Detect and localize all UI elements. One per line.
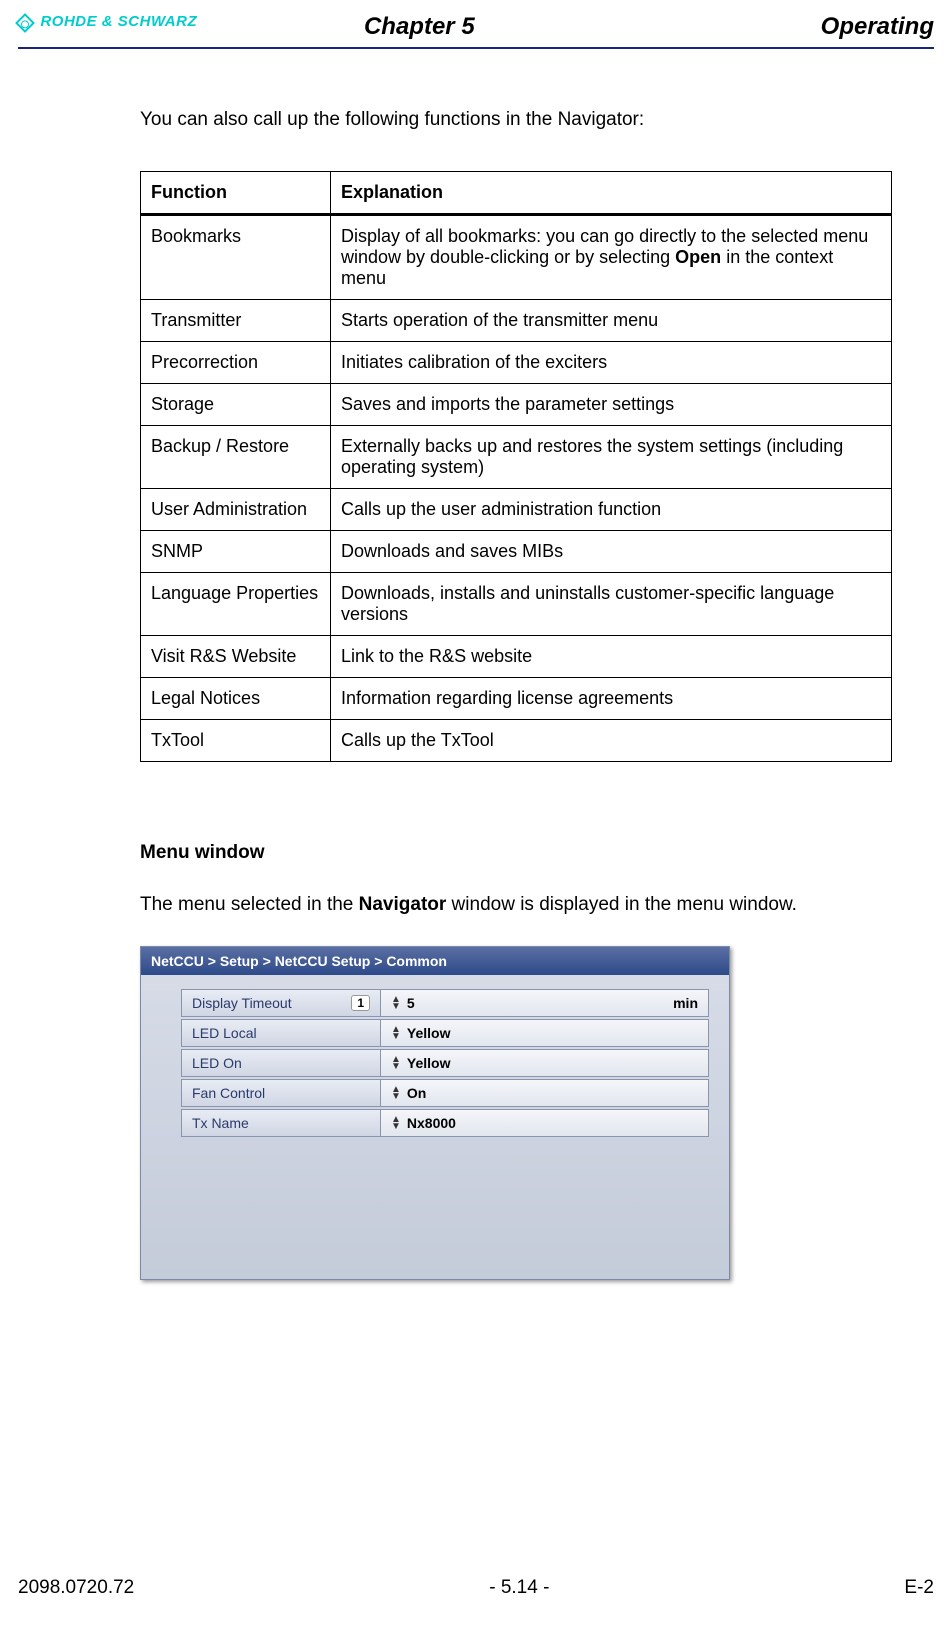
func-cell: Visit R&S Website bbox=[141, 636, 331, 678]
footer-center: - 5.14 - bbox=[489, 1577, 549, 1599]
spinner-icon: ▲▼ bbox=[391, 1056, 401, 1070]
menu-window-heading: Menu window bbox=[140, 842, 892, 864]
table-row: Bookmarks Display of all bookmarks: you … bbox=[141, 215, 892, 300]
footer-left: 2098.0720.72 bbox=[18, 1577, 134, 1599]
func-cell: Precorrection bbox=[141, 342, 331, 384]
menu-window-text: The menu selected in the Navigator windo… bbox=[140, 894, 892, 916]
header-titles: Chapter 5 Operating bbox=[18, 13, 934, 41]
table-row: TransmitterStarts operation of the trans… bbox=[141, 300, 892, 342]
spinner-icon: ▲▼ bbox=[391, 1026, 401, 1040]
table-row: TxToolCalls up the TxTool bbox=[141, 720, 892, 762]
table-row: SNMPDownloads and saves MIBs bbox=[141, 531, 892, 573]
spinner-icon: ▲▼ bbox=[391, 1086, 401, 1100]
expl-cell: Information regarding license agreements bbox=[331, 678, 892, 720]
spinner-icon: ▲▼ bbox=[391, 1116, 401, 1130]
menu-value[interactable]: ▲▼Yellow bbox=[381, 1019, 709, 1047]
page-footer: 2098.0720.72 - 5.14 - E-2 bbox=[18, 1577, 934, 1599]
page-header: ROHDE & SCHWARZ Chapter 5 Operating bbox=[0, 0, 952, 49]
expl-cell: Externally backs up and restores the sys… bbox=[331, 426, 892, 489]
table-row: User AdministrationCalls up the user adm… bbox=[141, 489, 892, 531]
expl-cell: Downloads, installs and uninstalls custo… bbox=[331, 573, 892, 636]
table-row: Language PropertiesDownloads, installs a… bbox=[141, 573, 892, 636]
menu-row: Fan Control ▲▼On bbox=[181, 1079, 709, 1107]
chapter-title: Chapter 5 bbox=[18, 13, 821, 41]
breadcrumb: NetCCU > Setup > NetCCU Setup > Common bbox=[141, 947, 729, 975]
table-row: StorageSaves and imports the parameter s… bbox=[141, 384, 892, 426]
table-row: Visit R&S WebsiteLink to the R&S website bbox=[141, 636, 892, 678]
col-explanation: Explanation bbox=[331, 172, 892, 215]
menu-label: Display Timeout 1 bbox=[181, 989, 381, 1017]
menu-value[interactable]: ▲▼ 5 min bbox=[381, 989, 709, 1017]
func-cell: User Administration bbox=[141, 489, 331, 531]
menu-label: LED On bbox=[181, 1049, 381, 1077]
badge: 1 bbox=[351, 995, 370, 1011]
menu-value[interactable]: ▲▼Nx8000 bbox=[381, 1109, 709, 1137]
header-rule bbox=[18, 47, 934, 49]
page-content: You can also call up the following funct… bbox=[0, 49, 952, 1280]
intro-text: You can also call up the following funct… bbox=[140, 109, 892, 131]
table-row: PrecorrectionInitiates calibration of th… bbox=[141, 342, 892, 384]
func-cell: Backup / Restore bbox=[141, 426, 331, 489]
expl-cell: Saves and imports the parameter settings bbox=[331, 384, 892, 426]
section-title: Operating bbox=[821, 13, 934, 41]
menu-label: LED Local bbox=[181, 1019, 381, 1047]
menu-row: LED Local ▲▼Yellow bbox=[181, 1019, 709, 1047]
footer-right: E-2 bbox=[904, 1577, 934, 1599]
expl-cell: Starts operation of the transmitter menu bbox=[331, 300, 892, 342]
menu-label: Tx Name bbox=[181, 1109, 381, 1137]
spinner-icon: ▲▼ bbox=[391, 996, 401, 1010]
menu-row: LED On ▲▼Yellow bbox=[181, 1049, 709, 1077]
menu-window-figure: NetCCU > Setup > NetCCU Setup > Common D… bbox=[140, 946, 730, 1280]
menu-row: Display Timeout 1 ▲▼ 5 min bbox=[181, 989, 709, 1017]
menu-rows: Display Timeout 1 ▲▼ 5 min LED Local ▲▼Y… bbox=[141, 975, 729, 1279]
table-row: Legal NoticesInformation regarding licen… bbox=[141, 678, 892, 720]
menu-value[interactable]: ▲▼Yellow bbox=[381, 1049, 709, 1077]
expl-cell: Link to the R&S website bbox=[331, 636, 892, 678]
expl-cell: Initiates calibration of the exciters bbox=[331, 342, 892, 384]
func-cell: Language Properties bbox=[141, 573, 331, 636]
table-header-row: Function Explanation bbox=[141, 172, 892, 215]
func-cell: SNMP bbox=[141, 531, 331, 573]
expl-cell: Calls up the user administration functio… bbox=[331, 489, 892, 531]
expl-cell: Calls up the TxTool bbox=[331, 720, 892, 762]
expl-cell: Display of all bookmarks: you can go dir… bbox=[331, 215, 892, 300]
menu-label: Fan Control bbox=[181, 1079, 381, 1107]
func-cell: TxTool bbox=[141, 720, 331, 762]
menu-value[interactable]: ▲▼On bbox=[381, 1079, 709, 1107]
menu-row: Tx Name ▲▼Nx8000 bbox=[181, 1109, 709, 1137]
functions-table: Function Explanation Bookmarks Display o… bbox=[140, 171, 892, 762]
table-row: Backup / RestoreExternally backs up and … bbox=[141, 426, 892, 489]
func-cell: Legal Notices bbox=[141, 678, 331, 720]
col-function: Function bbox=[141, 172, 331, 215]
expl-cell: Downloads and saves MIBs bbox=[331, 531, 892, 573]
func-cell: Transmitter bbox=[141, 300, 331, 342]
func-cell: Storage bbox=[141, 384, 331, 426]
func-cell: Bookmarks bbox=[141, 215, 331, 300]
